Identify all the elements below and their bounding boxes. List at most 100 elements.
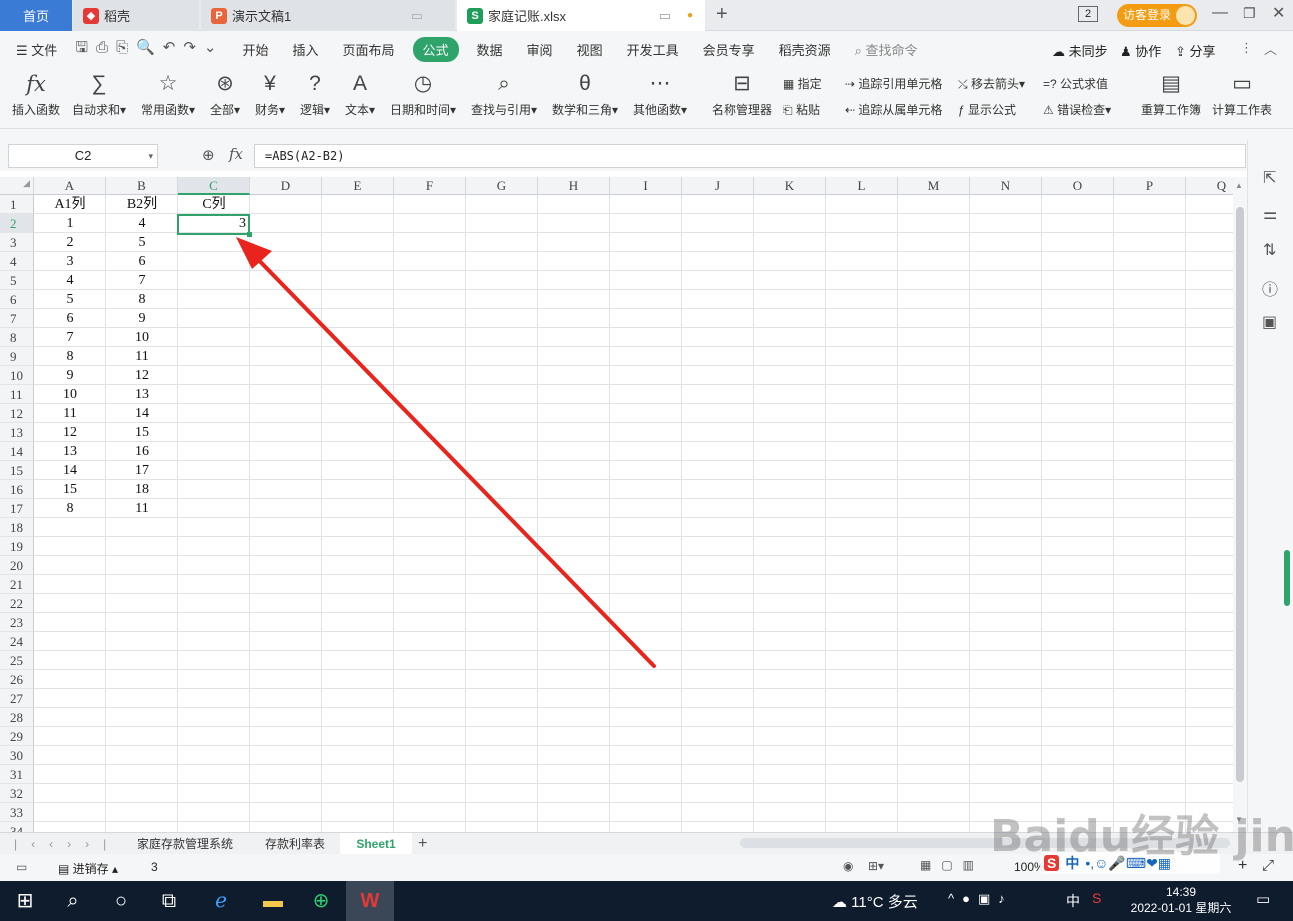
show-formulas-button[interactable]: ƒ 显示公式 xyxy=(958,101,1016,118)
sheet-tab-1[interactable]: 家庭存款管理系统 xyxy=(137,833,233,855)
weather-widget[interactable]: ☁ 11°C 多云 xyxy=(832,891,918,912)
wps-app-icon[interactable]: W xyxy=(346,881,394,921)
collab-button[interactable]: ♟ 协作 xyxy=(1120,41,1161,60)
monitor-icon[interactable]: ▭ xyxy=(659,8,671,24)
cortana-icon[interactable]: ○ xyxy=(104,881,138,921)
calc-sheet-label: 计算工作表 xyxy=(1212,103,1273,117)
tab-daoke-resources[interactable]: 稻壳资源 xyxy=(767,40,843,59)
datetime-button[interactable]: ◷ 日期和时间▾ xyxy=(390,71,456,118)
insert-function-button[interactable]: fx 插入函数 xyxy=(12,71,60,118)
tab-page-layout[interactable]: 页面布局 xyxy=(331,40,407,59)
image-tool-icon[interactable]: ▣ xyxy=(1262,312,1277,332)
tab-developer[interactable]: 开发工具 xyxy=(615,40,691,59)
sliders-icon[interactable]: ⚌ xyxy=(1263,204,1277,224)
sheet-nav-icons[interactable]: |‹‹››| xyxy=(14,833,120,855)
close-icon[interactable]: ✕ xyxy=(1272,3,1285,23)
tab-review[interactable]: 审阅 xyxy=(515,40,565,59)
help-icon[interactable]: ⓘ xyxy=(1262,276,1278,300)
formula-input[interactable]: =ABS(A2-B2) xyxy=(254,144,1246,168)
search-icon[interactable]: ⌕ xyxy=(56,881,90,921)
scroll-thumb[interactable] xyxy=(1236,207,1244,782)
add-sheet-icon[interactable]: + xyxy=(418,833,427,855)
daoke-icon: ◆ xyxy=(83,7,99,24)
sort-icon[interactable]: ⇅ xyxy=(1263,240,1276,260)
all-functions-button[interactable]: ⊛ 全部▾ xyxy=(210,71,240,118)
text-button[interactable]: A 文本▾ xyxy=(345,71,375,118)
more-icon[interactable]: ⋮ xyxy=(1240,40,1253,56)
sheet-tab-active[interactable]: Sheet1 xyxy=(340,833,412,855)
tab-ppt[interactable]: P 演示文稿1 ▭ xyxy=(201,0,455,31)
vertical-scrollbar[interactable]: ▲ ▼ xyxy=(1233,177,1247,832)
task-view-icon[interactable]: ⧉ xyxy=(152,881,186,921)
tab-xlsx-label: 家庭记账.xlsx xyxy=(488,9,567,24)
tab-insert[interactable]: 插入 xyxy=(280,40,330,59)
sogou-icon[interactable]: S xyxy=(1092,890,1101,906)
eye-icon[interactable]: ◉ xyxy=(843,859,853,873)
quick-access-icons[interactable]: 🖫⎙⎘🔍↶↷⌄ xyxy=(69,37,230,62)
view-mode-icons[interactable]: ▦▢▥ xyxy=(920,858,984,872)
pointer-icon[interactable]: ⇱ xyxy=(1263,168,1276,188)
common-functions-button[interactable]: ☆ 常用函数▾ xyxy=(141,71,195,118)
sync-button[interactable]: ☁ 未同步 xyxy=(1052,41,1108,60)
scroll-up-icon[interactable]: ▲ xyxy=(1235,181,1243,190)
ellipsis-icon: ⋯ xyxy=(649,72,671,95)
zoom-icon[interactable]: ⊕ xyxy=(202,146,215,164)
finance-button[interactable]: ¥ 财务▾ xyxy=(255,71,285,118)
trace-dependents-button[interactable]: ⇠ 追踪从属单元格 xyxy=(845,101,942,118)
mode-button[interactable]: ▤ 进销存 ▴ xyxy=(58,860,118,877)
name-box-value: C2 xyxy=(74,148,92,163)
calc-sheet-button[interactable]: ▭ 计算工作表 xyxy=(1212,71,1272,118)
tab-view[interactable]: 视图 xyxy=(565,40,615,59)
windows-start-icon[interactable]: ⊞ xyxy=(8,881,42,921)
recalc-workbook-button[interactable]: ▤ 重算工作簿 xyxy=(1141,71,1201,118)
tab-start[interactable]: 开始 xyxy=(230,40,280,59)
notification-icon[interactable]: ▭ xyxy=(1256,890,1270,908)
file-menu[interactable]: ☰ 文件 xyxy=(0,40,69,59)
macro-icon[interactable]: ▭ xyxy=(16,860,27,874)
autosum-button[interactable]: ∑ 自动求和▾ xyxy=(72,71,126,118)
layout-icon[interactable]: ⊞▾ xyxy=(868,859,884,873)
file-explorer-icon[interactable]: ▬ xyxy=(256,881,290,921)
monitor-icon[interactable]: ▭ xyxy=(411,8,423,24)
trace-precedents-button[interactable]: ⇢ 追踪引用单元格 xyxy=(845,75,942,92)
app-360-icon[interactable]: ⊕ xyxy=(304,881,338,921)
evaluate-formula-button[interactable]: =? 公式求值 xyxy=(1043,75,1108,92)
restore-icon[interactable]: ❐ xyxy=(1243,5,1256,22)
name-manager-button[interactable]: ⊟ 名称管理器 xyxy=(712,71,772,118)
math-button[interactable]: θ 数学和三角▾ xyxy=(552,71,618,118)
remove-arrows-button[interactable]: ⤯ 移去箭头▾ xyxy=(958,75,1025,92)
search-command[interactable]: ⌕ 查找命令 xyxy=(843,40,930,59)
tab-home[interactable]: 首页 xyxy=(0,0,72,31)
tab-formula[interactable]: 公式 xyxy=(412,36,459,62)
sheet-tab-2[interactable]: 存款利率表 xyxy=(265,833,325,855)
clock[interactable]: 14:39 2022-01-01 星期六 xyxy=(1126,884,1236,916)
new-tab-icon[interactable]: + xyxy=(716,3,728,26)
lookup-label: 查找与引用 xyxy=(471,103,532,117)
login-label: 访客登录 xyxy=(1123,8,1172,22)
spreadsheet-grid[interactable]: ◢ ABCDEFGHIJKLMNOPQ 1 2 3 4 5 6 7 8 9 10 11 12 13 14 1… xyxy=(0,177,1233,832)
other-functions-button[interactable]: ⋯ 其他函数▾ xyxy=(633,71,687,118)
name-tag-icon: ⊟ xyxy=(733,72,751,95)
fx-icon[interactable]: fx xyxy=(229,145,243,163)
logic-button[interactable]: ? 逻辑▾ xyxy=(300,71,330,118)
chevron-down-icon[interactable]: ▾ xyxy=(148,145,153,167)
tab-daoke[interactable]: ◆ 稻壳 xyxy=(73,0,199,31)
ime-indicator[interactable]: 中 xyxy=(1066,891,1080,911)
tab-member[interactable]: 会员专享 xyxy=(691,40,767,59)
star-icon: ☆ xyxy=(158,72,178,95)
tab-data[interactable]: 数据 xyxy=(465,40,515,59)
error-check-button[interactable]: ⚠ 错误检查▾ xyxy=(1043,101,1111,118)
minimize-icon[interactable]: — xyxy=(1212,4,1228,22)
name-box[interactable]: C2 ▾ xyxy=(8,144,158,168)
window-count-badge[interactable]: 2 xyxy=(1078,6,1098,22)
paste-name-button[interactable]: ⎗ 粘贴 xyxy=(783,101,820,118)
share-button[interactable]: ⇪ 分享 xyxy=(1175,41,1216,60)
lookup-button[interactable]: ⌕ 查找与引用▾ xyxy=(471,71,537,118)
collapse-ribbon-icon[interactable]: ︿ xyxy=(1264,39,1277,58)
ie-browser-icon[interactable]: ℯ xyxy=(204,881,238,921)
visitor-login-button[interactable]: 访客登录 xyxy=(1117,4,1197,27)
specify-button[interactable]: ▦ 指定 xyxy=(783,75,822,92)
tab-xlsx[interactable]: S 家庭记账.xlsx ▭ ● xyxy=(457,0,705,31)
tray-icons[interactable]: ^●▣♪ xyxy=(948,891,1013,907)
right-side-panel: ⇱ ⚌ ⇅ ⓘ ▣ ⋯ xyxy=(1247,140,1293,851)
